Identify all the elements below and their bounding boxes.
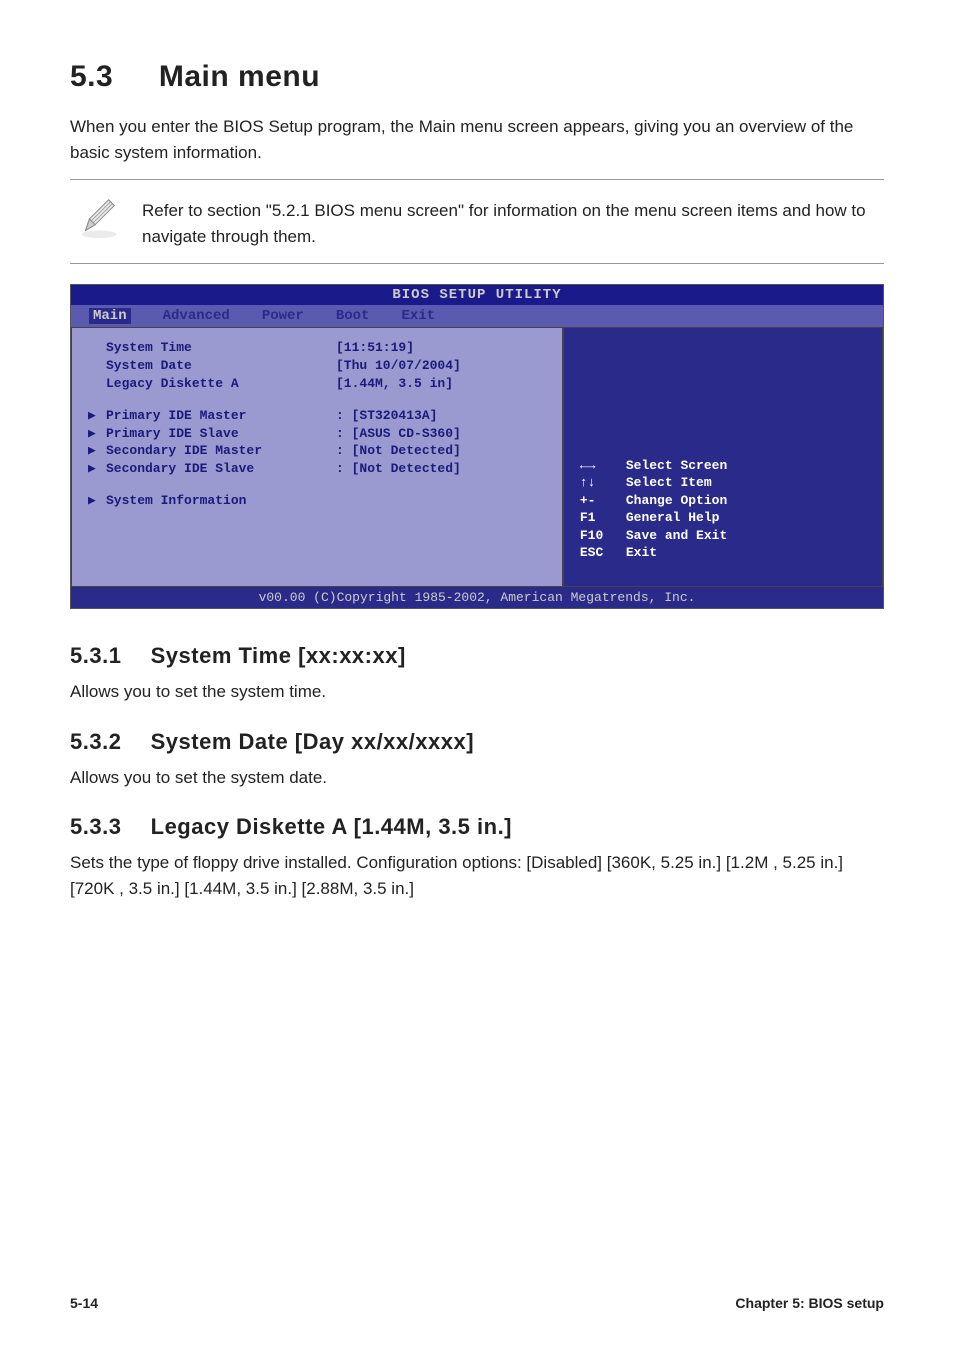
bios-label: System Information: [106, 493, 336, 510]
bios-row[interactable]: System Time [11:51:19]: [88, 340, 546, 357]
bios-help-key: ESC: [580, 544, 626, 562]
bios-label: Secondary IDE Master: [106, 443, 336, 460]
bios-arrow: ▶: [88, 461, 106, 478]
bios-help-text: Select Item: [626, 474, 712, 492]
bios-row[interactable]: ▶ Secondary IDE Master : [Not Detected]: [88, 443, 546, 460]
note-text: Refer to section "5.2.1 BIOS menu screen…: [142, 194, 884, 249]
bios-help-row: ↑↓ Select Item: [580, 474, 866, 492]
bios-left-panel: System Time [11:51:19] System Date [Thu …: [71, 327, 563, 587]
bios-value: : [Not Detected]: [336, 443, 461, 460]
bios-label: System Date: [106, 358, 336, 375]
bios-tab-power[interactable]: Power: [262, 308, 304, 324]
subsection-title: 5.3.1 System Time [xx:xx:xx]: [70, 643, 884, 669]
bios-label: Legacy Diskette A: [106, 376, 336, 393]
bios-footer: v00.00 (C)Copyright 1985-2002, American …: [71, 587, 883, 608]
bios-label: Primary IDE Master: [106, 408, 336, 425]
bios-row[interactable]: ▶ Primary IDE Master : [ST320413A]: [88, 408, 546, 425]
subsection-name: System Date [Day xx/xx/xxxx]: [151, 729, 474, 754]
bios-title-bar: BIOS SETUP UTILITY: [71, 285, 883, 305]
bios-tab-advanced[interactable]: Advanced: [163, 308, 230, 324]
bios-menu-bar: Main Advanced Power Boot Exit: [71, 305, 883, 327]
bios-label: System Time: [106, 340, 336, 357]
bios-row[interactable]: Legacy Diskette A [1.44M, 3.5 in]: [88, 376, 546, 393]
bios-help-text: Change Option: [626, 492, 727, 510]
subsection-number: 5.3.2: [70, 729, 144, 755]
bios-screen: BIOS SETUP UTILITY Main Advanced Power B…: [70, 284, 884, 609]
page-number: 5-14: [70, 1295, 98, 1311]
bios-label: Secondary IDE Slave: [106, 461, 336, 478]
subsection-number: 5.3.1: [70, 643, 144, 669]
page-footer: 5-14 Chapter 5: BIOS setup: [70, 1295, 884, 1311]
bios-help-key: +-: [580, 492, 626, 510]
subsection-name: Legacy Diskette A [1.44M, 3.5 in.]: [151, 814, 512, 839]
bios-row[interactable]: ▶ Secondary IDE Slave : [Not Detected]: [88, 461, 546, 478]
bios-arrow: [88, 376, 106, 393]
bios-label: Primary IDE Slave: [106, 426, 336, 443]
section-number: 5.3: [70, 60, 150, 94]
bios-arrow: ▶: [88, 493, 106, 510]
bios-help-key: F1: [580, 509, 626, 527]
bios-value: : [ASUS CD-S360]: [336, 426, 461, 443]
subsection-name: System Time [xx:xx:xx]: [151, 643, 406, 668]
bios-help-text: Select Screen: [626, 457, 727, 475]
bios-arrow: ▶: [88, 426, 106, 443]
bios-tab-main[interactable]: Main: [89, 308, 131, 324]
section-name: Main menu: [159, 60, 320, 93]
bios-help-row: F10 Save and Exit: [580, 527, 866, 545]
bios-value: [11:51:19]: [336, 340, 414, 357]
bios-arrow: ▶: [88, 408, 106, 425]
bios-help-row: F1 General Help: [580, 509, 866, 527]
subsection-body: Allows you to set the system time.: [70, 679, 884, 705]
chapter-label: Chapter 5: BIOS setup: [735, 1295, 884, 1311]
subsection-title: 5.3.3 Legacy Diskette A [1.44M, 3.5 in.]: [70, 814, 884, 840]
bios-value: : [Not Detected]: [336, 461, 461, 478]
note-box: Refer to section "5.2.1 BIOS menu screen…: [70, 179, 884, 264]
bios-value: [Thu 10/07/2004]: [336, 358, 461, 375]
bios-help-key: F10: [580, 527, 626, 545]
bios-body: System Time [11:51:19] System Date [Thu …: [71, 327, 883, 587]
bios-help-row: ←→ Select Screen: [580, 457, 866, 475]
bios-help-row: ESC Exit: [580, 544, 866, 562]
bios-help-text: General Help: [626, 509, 720, 527]
section-title: 5.3 Main menu: [70, 60, 884, 94]
bios-arrow: [88, 340, 106, 357]
bios-help-text: Exit: [626, 544, 657, 562]
bios-tab-exit[interactable]: Exit: [401, 308, 435, 324]
bios-row[interactable]: System Date [Thu 10/07/2004]: [88, 358, 546, 375]
subsection-number: 5.3.3: [70, 814, 144, 840]
intro-paragraph: When you enter the BIOS Setup program, t…: [70, 114, 884, 165]
bios-help-row: +- Change Option: [580, 492, 866, 510]
bios-arrow: ▶: [88, 443, 106, 460]
bios-value: [1.44M, 3.5 in]: [336, 376, 453, 393]
subsection-title: 5.3.2 System Date [Day xx/xx/xxxx]: [70, 729, 884, 755]
bios-help-key: ↑↓: [580, 474, 626, 492]
bios-right-panel: ←→ Select Screen ↑↓ Select Item +- Chang…: [563, 327, 883, 587]
bios-row[interactable]: ▶ System Information: [88, 493, 546, 510]
bios-arrow: [88, 358, 106, 375]
bios-help-text: Save and Exit: [626, 527, 727, 545]
bios-row[interactable]: ▶ Primary IDE Slave : [ASUS CD-S360]: [88, 426, 546, 443]
pencil-icon: [76, 194, 122, 240]
bios-value: : [ST320413A]: [336, 408, 437, 425]
bios-help-key: ←→: [580, 457, 626, 475]
subsection-body: Allows you to set the system date.: [70, 765, 884, 791]
subsection-body: Sets the type of floppy drive installed.…: [70, 850, 884, 901]
bios-tab-boot[interactable]: Boot: [336, 308, 370, 324]
